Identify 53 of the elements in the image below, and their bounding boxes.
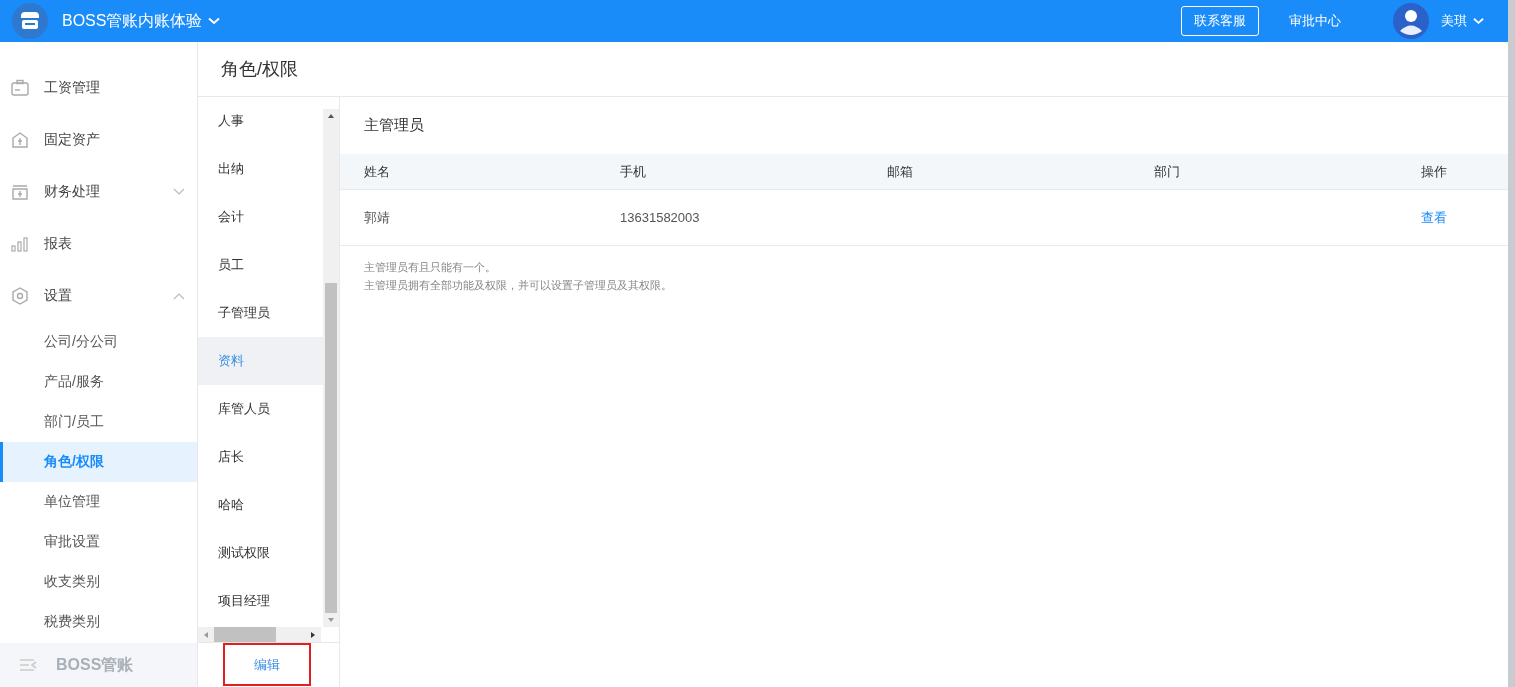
view-link[interactable]: 查看: [1421, 209, 1447, 225]
column-header: 部门: [1154, 162, 1181, 181]
note-text: 主管理员拥有全部功能及权限，并可以设置子管理员及其权限。: [364, 278, 673, 293]
sidebar-subitem[interactable]: 公司/分公司: [0, 322, 197, 362]
menu-icon: [10, 286, 30, 306]
chevron-down-icon: [208, 17, 221, 25]
scroll-left-arrow-icon[interactable]: [202, 629, 210, 640]
table-cell-text: 郭靖: [364, 208, 391, 227]
role-item[interactable]: 项目经理: [198, 577, 323, 625]
sidebar-subitem[interactable]: 产品/服务: [0, 362, 197, 402]
horizontal-scrollbar[interactable]: [198, 627, 321, 642]
table-cell-text: 13631582003: [620, 210, 701, 225]
sidebar-item[interactable]: 工资管理: [0, 62, 197, 114]
page-scrollbar[interactable]: [1508, 0, 1515, 687]
role-item[interactable]: 出纳: [198, 145, 323, 193]
role-item[interactable]: 测试权限: [198, 529, 323, 577]
chevron-down-icon: [1473, 17, 1484, 25]
collapse-menu-icon[interactable]: [18, 657, 38, 673]
role-item[interactable]: 会计: [198, 193, 323, 241]
role-item[interactable]: 库管人员: [198, 385, 323, 433]
menu-icon: [10, 130, 30, 150]
vertical-scrollbar[interactable]: [323, 109, 339, 627]
page-title: 角色/权限: [198, 42, 1508, 97]
avatar-icon[interactable]: [1393, 3, 1429, 39]
menu-icon: [10, 182, 30, 202]
sidebar-item[interactable]: 设置: [0, 270, 197, 322]
chevron-icon: [173, 292, 185, 300]
sidebar-subitem[interactable]: 收支类别: [0, 562, 197, 602]
column-header: 姓名: [364, 162, 391, 181]
menu-icon: [10, 78, 30, 98]
footer-brand: BOSS管账: [56, 654, 134, 675]
chevron-icon: [173, 188, 185, 196]
edit-button[interactable]: 编辑: [222, 643, 311, 686]
note-text: 主管理员有且只能有一个。: [364, 260, 497, 275]
store-logo-icon: [10, 1, 50, 41]
role-item[interactable]: 员工: [198, 241, 323, 289]
sidebar-subitem[interactable]: 审批设置: [0, 522, 197, 562]
column-header: 邮箱: [887, 162, 914, 181]
scroll-right-arrow-icon[interactable]: [309, 629, 317, 640]
column-header: 操作: [1421, 162, 1448, 181]
sidebar-item[interactable]: 固定资产: [0, 114, 197, 166]
role-item[interactable]: 人事: [198, 97, 323, 145]
menu-icon: [10, 234, 30, 254]
sidebar-subitem[interactable]: 部门/员工: [0, 402, 197, 442]
role-item[interactable]: 子管理员: [198, 289, 323, 337]
sidebar-item[interactable]: 报表: [0, 218, 197, 270]
section-heading: 主管理员: [363, 115, 425, 135]
role-item[interactable]: 哈哈: [198, 481, 323, 529]
sidebar-subitem[interactable]: 税费类别: [0, 602, 197, 642]
column-header: 手机: [620, 162, 647, 181]
role-item[interactable]: 店长: [198, 433, 323, 481]
sidebar-item[interactable]: 财务处理: [0, 166, 197, 218]
sidebar-subitem[interactable]: 单位管理: [0, 482, 197, 522]
